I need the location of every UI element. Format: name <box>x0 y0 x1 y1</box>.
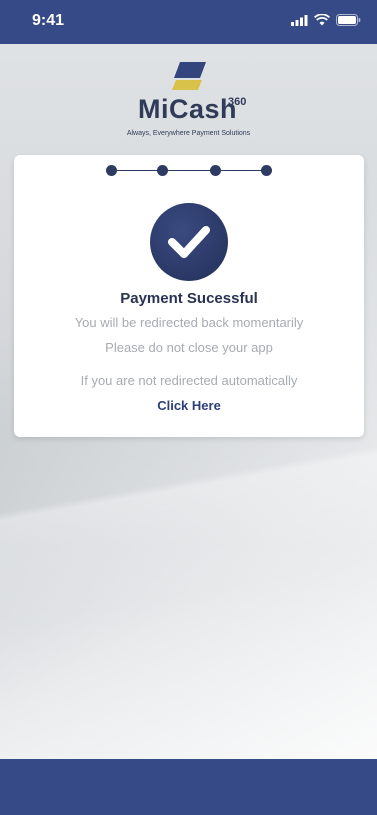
brand-name: MiCash <box>138 94 238 124</box>
battery-icon <box>336 14 361 26</box>
success-check-icon <box>150 203 228 281</box>
signal-icon <box>291 14 308 26</box>
brand-tagline: Always, Everywhere Payment Solutions <box>126 130 251 137</box>
not-redirected-message: If you are not redirected automatically <box>80 373 298 388</box>
status-bar: 9:41 <box>0 0 377 44</box>
wifi-icon <box>314 14 330 26</box>
click-here-link[interactable]: Click Here <box>14 398 364 413</box>
progress-steps <box>106 165 272 177</box>
do-not-close-message: Please do not close your app <box>105 340 273 355</box>
brand-superscript: 360 <box>228 96 247 108</box>
checkmark-icon <box>168 226 210 258</box>
status-icons <box>291 14 361 26</box>
progress-line <box>106 170 272 171</box>
progress-step-4 <box>261 165 272 176</box>
progress-step-3 <box>210 165 221 176</box>
redirect-message: You will be redirected back momentarily <box>74 315 304 330</box>
brand-logo: MiCash 360 Always, Everywhere Payment So… <box>0 56 377 146</box>
payment-status-title: Payment Sucessful <box>120 290 258 307</box>
progress-step-2 <box>157 165 168 176</box>
status-time: 9:41 <box>32 12 65 29</box>
bottom-bar <box>0 759 377 815</box>
logo-mark-icon <box>172 62 206 90</box>
payment-status-card: Payment Sucessful You will be redirected… <box>14 155 364 437</box>
progress-step-1 <box>106 165 117 176</box>
